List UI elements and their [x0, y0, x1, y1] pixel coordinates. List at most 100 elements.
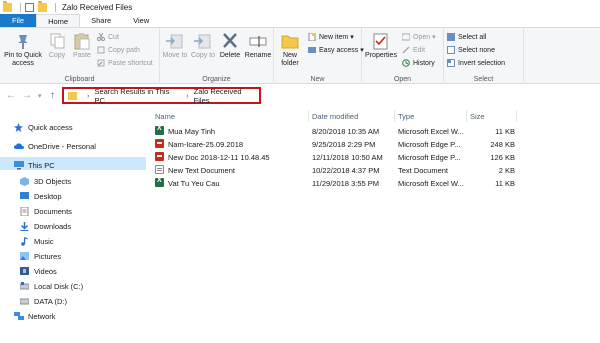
column-name[interactable]: Name [155, 112, 175, 121]
ribbon: Pin to Quick access Copy Paste Cut Copy … [0, 27, 600, 84]
nav-videos[interactable]: Videos [20, 265, 57, 277]
organize-group: Move to Copy to Delete Rename Organize [160, 28, 274, 84]
column-size[interactable]: Size [470, 112, 485, 121]
cut-button[interactable]: Cut [97, 32, 119, 41]
file-date: 8/20/2018 10:35 AM [312, 127, 380, 136]
scissors-icon [97, 32, 105, 41]
file-row[interactable]: New Doc 2018-12-11 10.48.45 12/11/2018 1… [146, 151, 600, 163]
tab-view[interactable]: View [122, 14, 160, 27]
file-name: New Text Document [168, 166, 235, 175]
column-type[interactable]: Type [398, 112, 414, 121]
rename-button[interactable]: Rename [244, 32, 272, 60]
nav-music[interactable]: Music [20, 235, 54, 247]
nav-data-d[interactable]: DATA (D:) [19, 295, 67, 307]
file-date: 12/11/2018 10:50 AM [312, 153, 383, 162]
select-all-button[interactable]: Select all [447, 33, 486, 41]
nav-3d-objects[interactable]: 3D Objects [20, 175, 71, 187]
breadcrumb-search-results[interactable]: Search Results in This PC [94, 87, 181, 105]
easy-access-icon [308, 46, 316, 54]
dropdown-arrow-icon: ▾ [350, 34, 354, 41]
documents-icon [20, 206, 29, 217]
back-arrow-icon[interactable]: ← [6, 90, 16, 101]
file-row[interactable]: Vat Tu Yeu Cau 11/29/2018 3:55 PM Micros… [146, 177, 600, 189]
nav-downloads[interactable]: Downloads [20, 220, 71, 232]
properties-icon [371, 32, 391, 50]
file-size: 248 KB [490, 140, 515, 149]
breadcrumb-zalo-received-files[interactable]: Zalo Received Files [194, 87, 259, 105]
column-date-modified[interactable]: Date modified [312, 112, 358, 121]
nav-this-pc[interactable]: This PC [14, 159, 55, 171]
address-bar-row: ← → ▾ ↑ › Search Results in This PC › Za… [0, 84, 600, 106]
download-arrow-icon [20, 222, 29, 231]
up-arrow-icon[interactable]: ↑ [50, 90, 55, 101]
nav-local-disk-c[interactable]: Local Disk (C:) [19, 280, 83, 292]
file-row[interactable]: Mua May Tinh 8/20/2018 10:35 AM Microsof… [146, 125, 600, 137]
cloud-icon [14, 142, 24, 150]
copy-path-button[interactable]: Copy path [97, 46, 140, 54]
toolbar-divider [55, 2, 56, 12]
window-title: Zalo Received Files [62, 2, 133, 12]
file-row[interactable]: Nam-Icare-25.09.2018 9/25/2018 2:29 PM M… [146, 138, 600, 150]
new-folder-icon [280, 32, 300, 50]
paste-shortcut-button[interactable]: Paste shortcut [97, 59, 153, 67]
excel-icon [155, 125, 164, 135]
new-item-button[interactable]: New item ▾ [308, 32, 354, 42]
file-type: Microsoft Excel W... [398, 179, 464, 188]
desktop-icon [20, 192, 29, 200]
file-list-header: Name Date modified Type Size [146, 110, 600, 122]
file-name: Nam-Icare-25.09.2018 [168, 140, 244, 149]
dropdown-arrow-icon: ▾ [432, 34, 436, 41]
column-divider[interactable] [466, 110, 467, 122]
new-folder-quick-icon[interactable] [38, 0, 47, 12]
properties-button[interactable]: Properties [364, 32, 398, 60]
new-folder-button[interactable]: New folder [276, 32, 304, 68]
nav-onedrive[interactable]: OneDrive - Personal [14, 140, 96, 152]
breadcrumb-chevron-icon: › [186, 91, 189, 100]
star-icon [14, 123, 23, 132]
select-none-button[interactable]: Select none [447, 46, 495, 54]
column-divider[interactable] [516, 110, 517, 122]
recent-locations-chevron-icon[interactable]: ▾ [38, 92, 42, 100]
nav-desktop[interactable]: Desktop [20, 190, 62, 202]
film-icon [20, 267, 29, 275]
file-row[interactable]: New Text Document 10/22/2018 4:37 PM Tex… [146, 164, 600, 176]
file-size: 11 KB [495, 179, 515, 188]
select-all-icon [447, 33, 455, 41]
copy-to-button[interactable]: Copy to [190, 32, 216, 60]
pin-to-quick-access-button[interactable]: Pin to Quick access [2, 32, 44, 68]
open-button[interactable]: Open ▾ [401, 33, 436, 41]
tab-home[interactable]: Home [36, 14, 81, 27]
paste-button[interactable]: Paste [70, 32, 94, 60]
nav-documents[interactable]: Documents [20, 205, 72, 217]
delete-button[interactable]: Delete [218, 32, 242, 60]
properties-quick-icon[interactable] [25, 2, 34, 12]
tab-share[interactable]: Share [80, 14, 122, 27]
address-bar[interactable]: › Search Results in This PC › Zalo Recei… [62, 87, 261, 105]
invert-selection-icon [447, 59, 455, 67]
open-group: Properties Open ▾ Edit History Open [362, 28, 444, 84]
edit-button[interactable]: Edit [402, 46, 425, 54]
excel-icon [155, 177, 164, 187]
clipboard-group: Pin to Quick access Copy Paste Cut Copy … [0, 28, 160, 84]
pdf-icon [155, 139, 164, 148]
copy-to-icon [193, 32, 213, 50]
invert-selection-button[interactable]: Invert selection [447, 59, 505, 67]
organize-group-label: Organize [202, 76, 231, 83]
column-divider[interactable] [308, 110, 309, 122]
copy-icon [47, 32, 67, 50]
easy-access-button[interactable]: Easy access ▾ [308, 46, 364, 54]
nav-network[interactable]: Network [14, 310, 56, 322]
history-button[interactable]: History [402, 59, 435, 67]
copy-button[interactable]: Copy [46, 32, 68, 60]
folder-icon [68, 91, 77, 100]
tab-file[interactable]: File [0, 14, 37, 27]
pictures-icon [20, 252, 29, 260]
column-divider[interactable] [394, 110, 395, 122]
nav-quick-access[interactable]: Quick access [14, 121, 73, 133]
file-type: Microsoft Edge P... [398, 153, 461, 162]
move-to-button[interactable]: Move to [162, 32, 188, 60]
nav-pictures[interactable]: Pictures [20, 250, 61, 262]
forward-arrow-icon[interactable]: → [22, 90, 32, 101]
delete-x-icon [220, 32, 240, 50]
copy-path-icon [97, 46, 105, 54]
